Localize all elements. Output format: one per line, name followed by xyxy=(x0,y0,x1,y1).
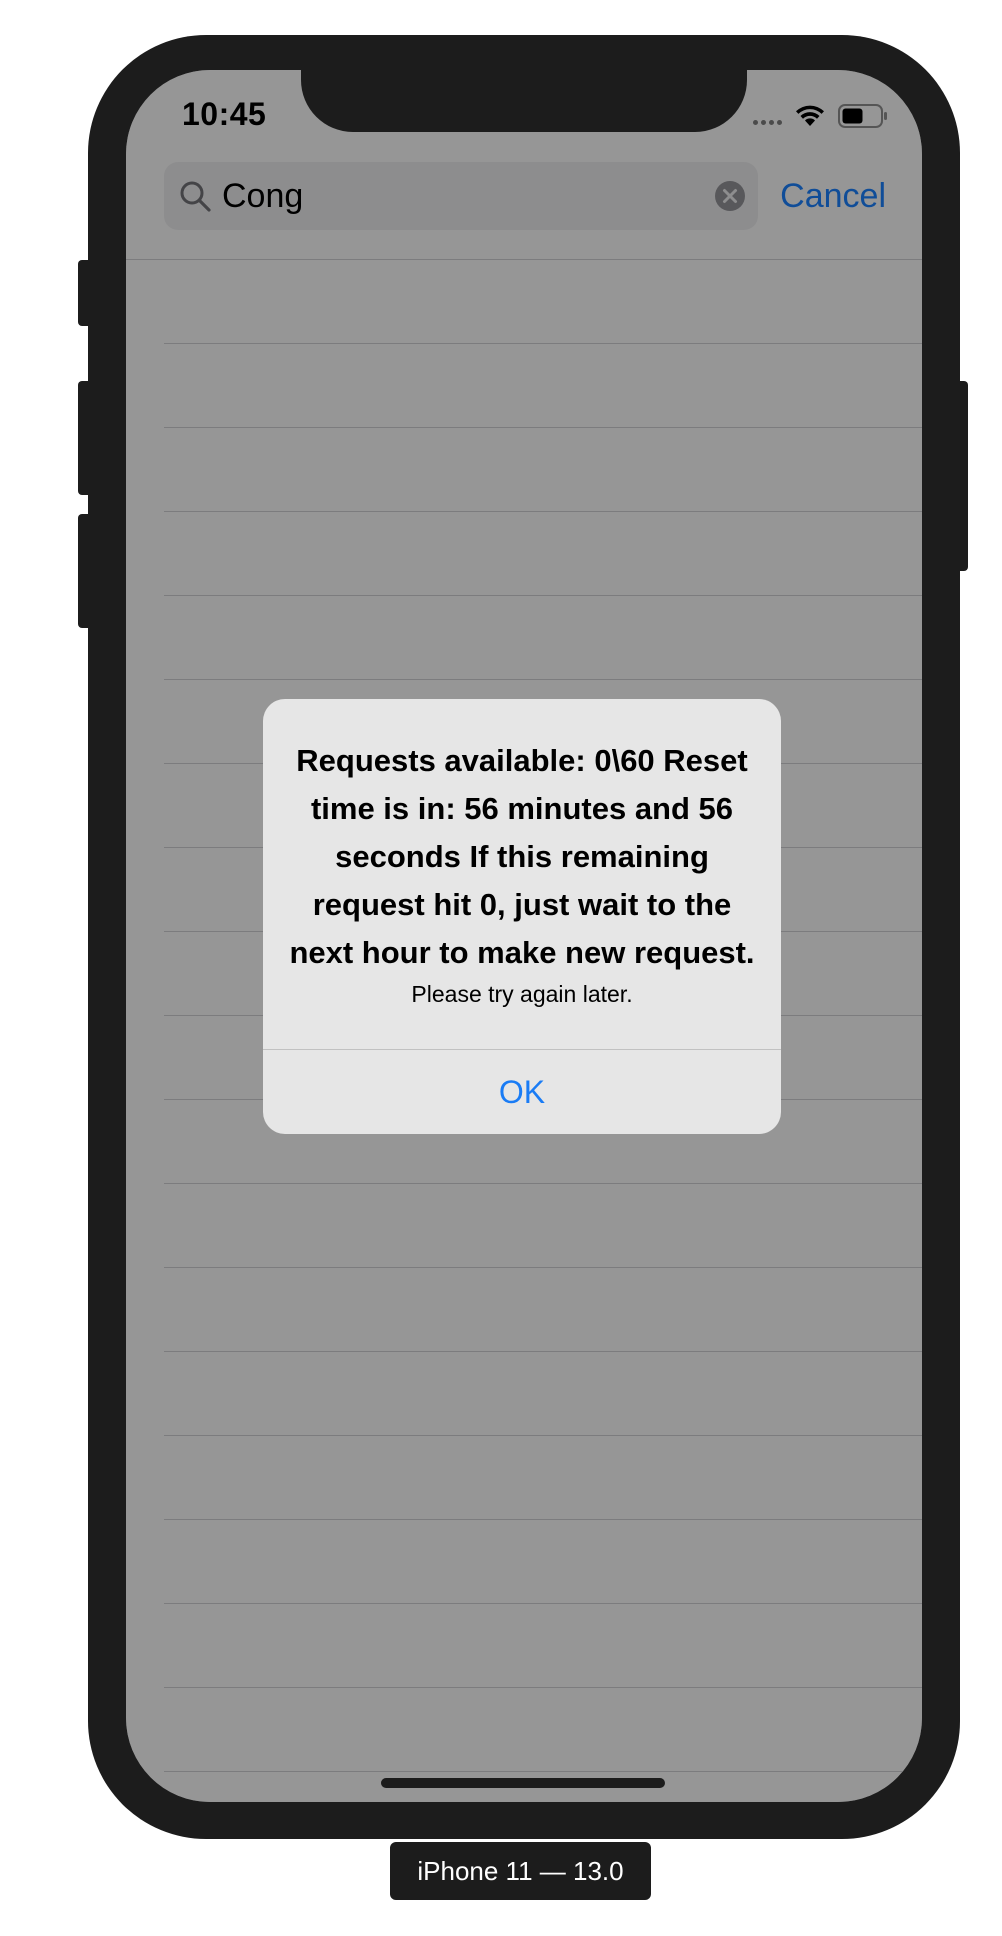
device-screen: 10:45 Cancel xyxy=(126,70,922,1802)
home-indicator[interactable] xyxy=(381,1778,665,1788)
alert-actions: OK xyxy=(263,1049,781,1134)
alert-title: Requests available: 0\60 Reset time is i… xyxy=(289,743,755,970)
alert-message: Please try again later. xyxy=(411,981,633,1007)
notch xyxy=(301,70,747,132)
device-label: iPhone 11 — 13.0 xyxy=(390,1842,651,1900)
ok-button[interactable]: OK xyxy=(459,1064,585,1121)
alert-body: Requests available: 0\60 Reset time is i… xyxy=(263,699,781,1049)
alert-dialog: Requests available: 0\60 Reset time is i… xyxy=(263,699,781,1134)
